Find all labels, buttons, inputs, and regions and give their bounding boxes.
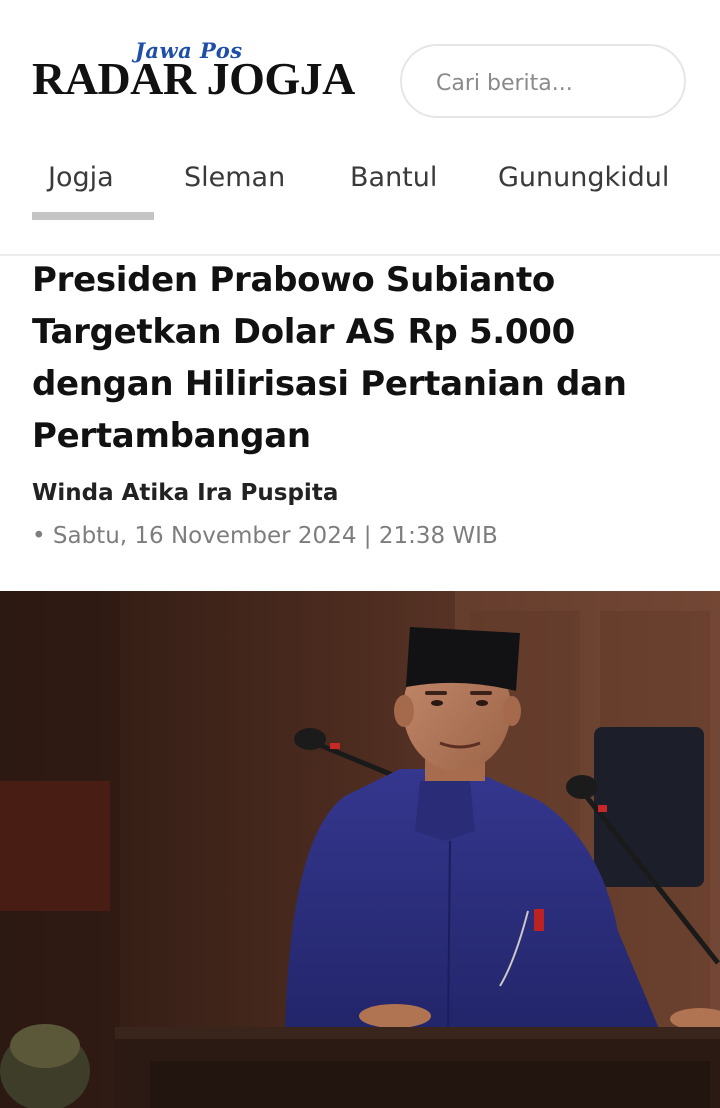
- article-title: Presiden Prabowo Subianto Targetkan Dola…: [32, 260, 627, 456]
- search-input[interactable]: [434, 64, 668, 102]
- radar-jogja-logo[interactable]: Jawa Pos RADAR JOGJA: [32, 38, 362, 108]
- tab-sleman[interactable]: Sleman: [184, 162, 285, 193]
- tab-jogja[interactable]: Jogja: [48, 162, 114, 193]
- logo-radar-jogja-text: RADAR JOGJA: [32, 53, 355, 104]
- category-nav: Jogja Sleman Bantul Gunungkidul: [0, 150, 720, 256]
- article-author[interactable]: Winda Atika Ira Puspita: [32, 480, 338, 506]
- tab-bantul[interactable]: Bantul: [350, 162, 437, 193]
- active-tab-indicator: [32, 212, 154, 220]
- article-hero-image[interactable]: [0, 591, 720, 1108]
- tab-gunungkidul[interactable]: Gunungkidul: [498, 162, 669, 193]
- article-date: • Sabtu, 16 November 2024 | 21:38 WIB: [32, 523, 498, 549]
- hero-photo-illustration: [0, 591, 720, 1108]
- site-header: Jawa Pos RADAR JOGJA: [0, 0, 720, 145]
- search-box[interactable]: [400, 44, 686, 118]
